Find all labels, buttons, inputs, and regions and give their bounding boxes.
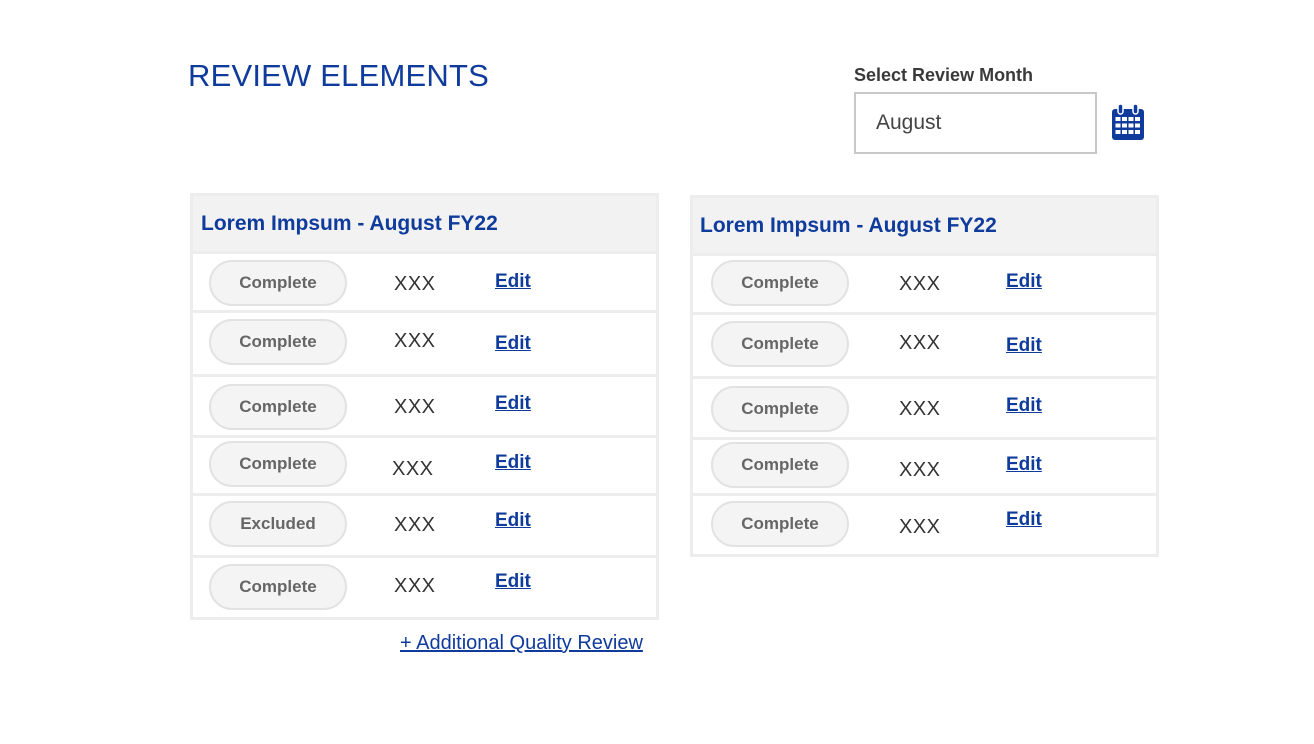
status-badge[interactable]: Complete: [209, 260, 347, 306]
panel-title: Lorem Impsum - August FY22: [693, 198, 1156, 253]
edit-link[interactable]: Edit: [1006, 509, 1042, 531]
status-badge[interactable]: Complete: [711, 321, 849, 367]
month-selector-label: Select Review Month: [854, 65, 1034, 85]
status-badge[interactable]: Complete: [209, 441, 347, 487]
row-value: XXX: [899, 516, 941, 538]
panel-title: Lorem Impsum - August FY22: [193, 196, 656, 251]
review-month-input[interactable]: [854, 92, 1097, 154]
table-row: Complete XXX Edit: [693, 437, 1156, 493]
table-row: Complete XXX Edit: [693, 493, 1156, 554]
status-badge[interactable]: Complete: [711, 442, 849, 488]
review-panel-left: Lorem Impsum - August FY22 Complete XXX …: [190, 193, 659, 620]
edit-link[interactable]: Edit: [495, 271, 531, 293]
edit-link[interactable]: Edit: [495, 333, 531, 355]
edit-link[interactable]: Edit: [1006, 335, 1042, 357]
status-badge[interactable]: Complete: [209, 384, 347, 430]
edit-link[interactable]: Edit: [495, 571, 531, 593]
status-badge[interactable]: Excluded: [209, 501, 347, 547]
calendar-icon[interactable]: [1111, 103, 1145, 141]
table-row: Complete XXX Edit: [193, 374, 656, 435]
status-badge[interactable]: Complete: [711, 260, 849, 306]
row-value: XXX: [394, 396, 436, 418]
table-row: Complete XXX Edit: [193, 555, 656, 618]
table-row: Excluded XXX Edit: [193, 493, 656, 555]
row-value: XXX: [899, 273, 941, 295]
row-value: XXX: [899, 332, 941, 354]
status-badge[interactable]: Complete: [209, 564, 347, 610]
table-row: Complete XXX Edit: [693, 312, 1156, 376]
status-badge[interactable]: Complete: [711, 501, 849, 547]
table-row: Complete XXX Edit: [193, 435, 656, 493]
add-quality-review-link[interactable]: + Additional Quality Review: [400, 632, 643, 655]
row-value: XXX: [899, 459, 941, 481]
status-badge[interactable]: Complete: [711, 386, 849, 432]
row-value: XXX: [899, 398, 941, 420]
review-panel-right: Lorem Impsum - August FY22 Complete XXX …: [690, 195, 1159, 557]
edit-link[interactable]: Edit: [1006, 454, 1042, 476]
edit-link[interactable]: Edit: [1006, 271, 1042, 293]
edit-link[interactable]: Edit: [1006, 395, 1042, 417]
status-badge[interactable]: Complete: [209, 319, 347, 365]
edit-link[interactable]: Edit: [495, 452, 531, 474]
edit-link[interactable]: Edit: [495, 393, 531, 415]
table-row: Complete XXX Edit: [193, 310, 656, 374]
row-value: XXX: [394, 575, 436, 597]
row-value: XXX: [394, 330, 436, 352]
table-row: Complete XXX Edit: [693, 253, 1156, 312]
table-row: Complete XXX Edit: [193, 251, 656, 310]
page-title: REVIEW ELEMENTS: [188, 58, 489, 93]
row-value: XXX: [392, 458, 434, 480]
row-value: XXX: [394, 273, 436, 295]
table-row: Complete XXX Edit: [693, 376, 1156, 437]
row-value: XXX: [394, 514, 436, 536]
edit-link[interactable]: Edit: [495, 510, 531, 532]
